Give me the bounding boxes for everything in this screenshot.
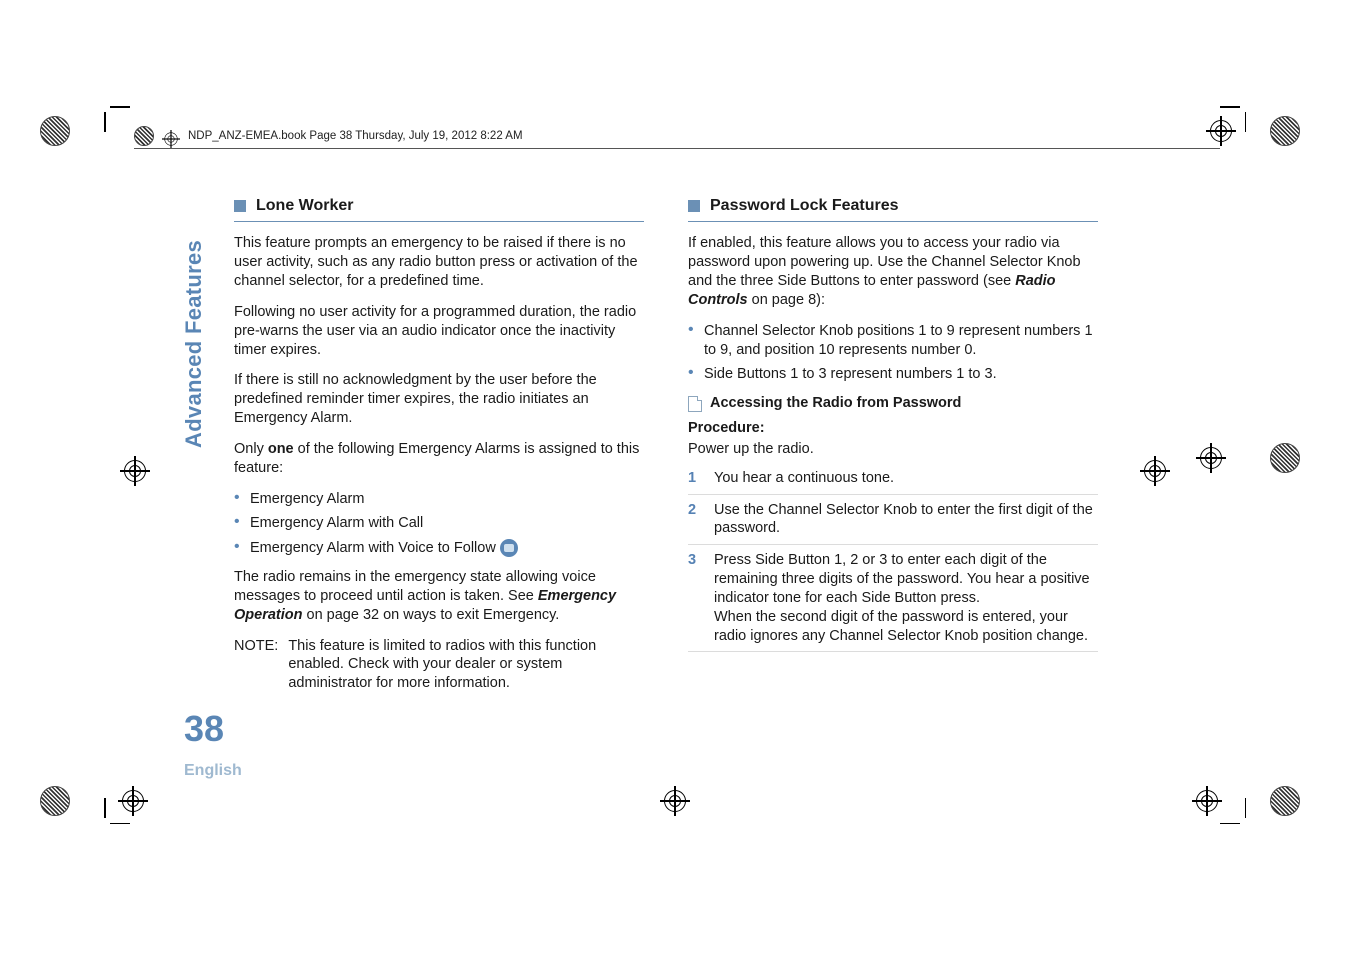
document-icon: [688, 396, 702, 412]
column-right: Password Lock Features If enabled, this …: [688, 196, 1098, 693]
registration-mark-br: [1192, 786, 1300, 816]
section-name: Advanced Features: [180, 240, 209, 448]
paragraph: Following no user activity for a program…: [234, 303, 644, 360]
crop-mark: [104, 106, 130, 132]
section-bullet-icon: [234, 200, 246, 212]
list-item: Side Buttons 1 to 3 represent numbers 1 …: [688, 365, 1098, 384]
step-number: 3: [688, 551, 702, 645]
paragraph: The radio remains in the emergency state…: [234, 568, 644, 625]
section-title: Password Lock Features: [710, 196, 899, 217]
note-text: This feature is limited to radios with t…: [288, 637, 644, 694]
hatch-circle-icon: [1270, 786, 1300, 816]
crop-mark: [1220, 798, 1246, 824]
bullet-list: Channel Selector Knob positions 1 to 9 r…: [688, 322, 1098, 385]
list-text: Emergency Alarm with Voice to Follow: [250, 540, 496, 556]
radio-icon: [500, 539, 518, 557]
paragraph: This feature prompts an emergency to be …: [234, 234, 644, 291]
bullet-list: Emergency Alarm Emergency Alarm with Cal…: [234, 490, 644, 559]
registration-mark-bc: [660, 786, 690, 816]
paragraph: If enabled, this feature allows you to a…: [688, 234, 1098, 309]
note: NOTE: This feature is limited to radios …: [234, 637, 644, 694]
section-rule: [688, 221, 1098, 223]
registration-mark-mr2: [1196, 443, 1300, 473]
registration-mark-ml: [120, 456, 150, 486]
hatch-circle-icon: [40, 116, 70, 146]
crop-mark: [1220, 106, 1246, 132]
note-label: NOTE:: [234, 637, 278, 694]
section-heading-password-lock: Password Lock Features: [688, 196, 1098, 217]
text-bold: Procedure:: [688, 420, 765, 436]
list-text: Channel Selector Knob positions 1 to 9 r…: [704, 323, 1093, 358]
procedure-steps: 1 You hear a continuous tone. 2 Use the Ch…: [688, 463, 1098, 652]
list-item: Emergency Alarm with Call: [234, 514, 644, 533]
step-number: 1: [688, 469, 702, 488]
list-item: Channel Selector Knob positions 1 to 9 r…: [688, 322, 1098, 360]
step-text: Use the Channel Selector Knob to enter t…: [714, 501, 1098, 539]
content-columns: Lone Worker This feature prompts an emer…: [234, 196, 1098, 693]
section-heading-lone-worker: Lone Worker: [234, 196, 644, 217]
procedure-intro: Power up the radio.: [688, 440, 1098, 459]
crosshair-icon: [162, 130, 174, 142]
hatch-circle-icon: [1270, 116, 1300, 146]
list-item: Emergency Alarm: [234, 490, 644, 509]
steps-divider: [688, 651, 1098, 652]
crosshair-icon: [1196, 443, 1226, 473]
paragraph: If there is still no acknowledgment by t…: [234, 371, 644, 428]
crosshair-icon: [1140, 456, 1170, 486]
crop-mark: [104, 798, 130, 824]
registration-mark-tl: [40, 116, 102, 146]
hatch-circle-icon: [1270, 443, 1300, 473]
list-item: Emergency Alarm with Voice to Follow: [234, 539, 644, 558]
registration-mark-mr: [1140, 456, 1170, 486]
text: of the following Emergency Alarms is ass…: [234, 441, 639, 476]
crosshair-icon: [660, 786, 690, 816]
list-text: Side Buttons 1 to 3 represent numbers 1 …: [704, 366, 997, 382]
registration-mark-bl: [40, 786, 148, 816]
text: on page 32 on ways to exit Emergency.: [302, 607, 559, 623]
crosshair-icon: [120, 456, 150, 486]
subsection-title: Accessing the Radio from Password: [710, 394, 961, 413]
hatch-circle-icon: [40, 786, 70, 816]
step-text: You hear a continuous tone.: [714, 469, 894, 488]
list-text: Emergency Alarm: [250, 491, 364, 507]
section-rule: [234, 221, 644, 223]
list-text: Emergency Alarm with Call: [250, 515, 423, 531]
language-label: English: [184, 761, 242, 782]
step-text: Press Side Button 1, 2 or 3 to enter eac…: [714, 551, 1098, 645]
text-bold: one: [268, 441, 294, 457]
column-left: Lone Worker This feature prompts an emer…: [234, 196, 644, 693]
step-item: 3Press Side Button 1, 2 or 3 to enter ea…: [688, 544, 1098, 651]
paragraph: Only one of the following Emergency Alar…: [234, 440, 644, 478]
step-item: 2 Use the Channel Selector Knob to enter …: [688, 494, 1098, 545]
step-number: 2: [688, 501, 702, 539]
text: on page 8):: [748, 292, 825, 308]
page-header: NDP_ANZ-EMEA.book Page 38 Thursday, July…: [134, 126, 1220, 149]
procedure-label: Procedure:: [688, 419, 1098, 438]
side-tab: Advanced Features: [180, 240, 209, 448]
text: Only: [234, 441, 268, 457]
page-footer: 38 English: [184, 711, 242, 782]
header-text: NDP_ANZ-EMEA.book Page 38 Thursday, July…: [188, 129, 523, 144]
section-title: Lone Worker: [256, 196, 354, 217]
subsection-heading: Accessing the Radio from Password: [688, 394, 1098, 413]
section-bullet-icon: [688, 200, 700, 212]
hatch-circle-icon: [134, 126, 154, 146]
crosshair-icon: [1192, 786, 1222, 816]
step-item: 1 You hear a continuous tone.: [688, 463, 1098, 494]
page-number: 38: [184, 711, 242, 747]
